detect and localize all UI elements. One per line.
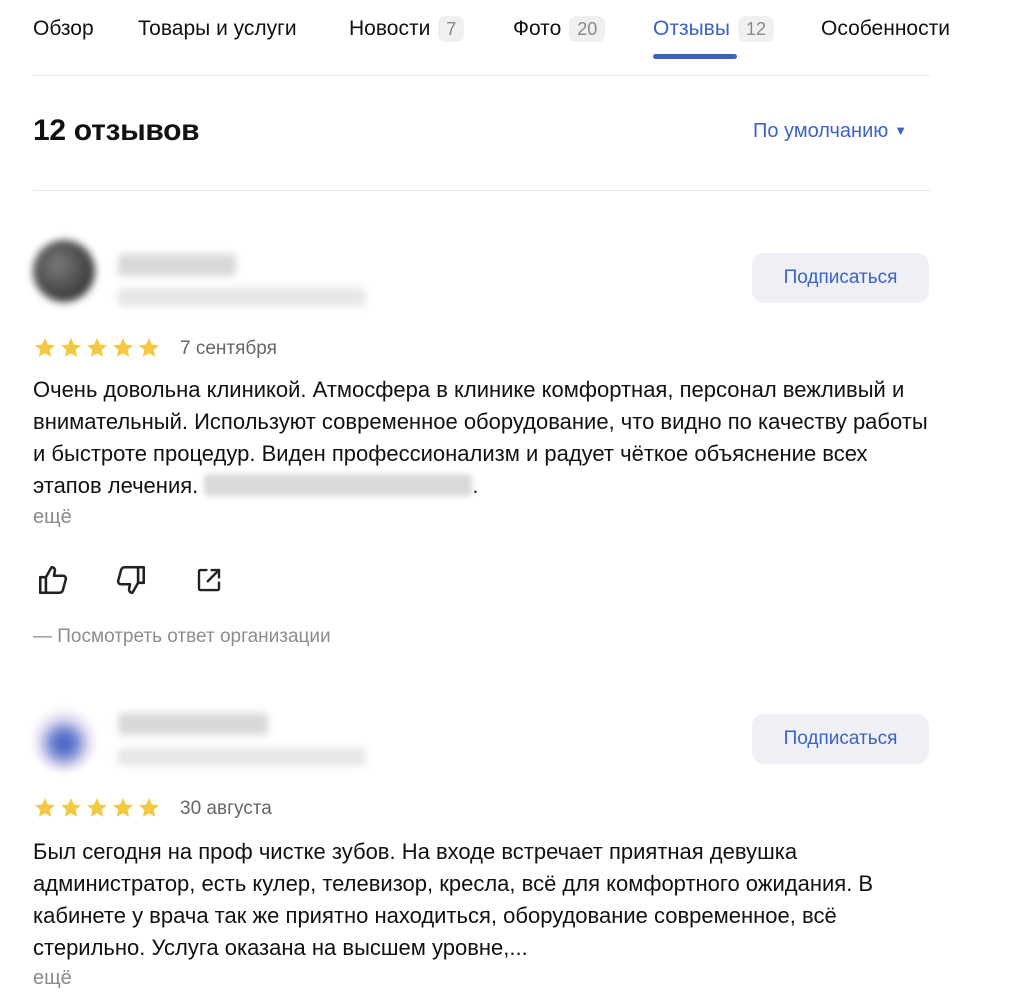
- avatar[interactable]: [33, 709, 95, 771]
- star-icon: [35, 798, 55, 817]
- reviewer-name-redacted[interactable]: [118, 713, 268, 735]
- divider: [33, 190, 930, 191]
- tab-overview[interactable]: Обзор: [33, 14, 94, 44]
- rating-stars: [33, 796, 161, 820]
- tab-count-badge: 12: [737, 16, 774, 42]
- review-actions: [33, 560, 229, 600]
- tab-count-badge: 7: [438, 16, 465, 42]
- review-text: Был сегодня на проф чистке зубов. На вхо…: [33, 839, 874, 960]
- dislike-icon[interactable]: [111, 560, 151, 600]
- star-icon: [113, 798, 133, 817]
- review-date: 7 сентября: [180, 338, 277, 359]
- tab-photos[interactable]: Фото 20: [513, 14, 606, 44]
- tab-count-badge: 20: [569, 16, 606, 42]
- subscribe-button[interactable]: Подписаться: [752, 714, 929, 764]
- redacted-text: [204, 474, 473, 496]
- tab-products-services[interactable]: Товары и услуги: [138, 14, 297, 44]
- sort-label: По умолчанию: [753, 120, 889, 142]
- rating-stars: [33, 336, 161, 360]
- review-body: Очень довольна клиникой. Атмосфера в кли…: [33, 377, 928, 498]
- review-date: 30 августа: [180, 798, 272, 819]
- like-icon[interactable]: [33, 560, 73, 600]
- star-icon: [35, 338, 55, 357]
- tab-label: Новости: [349, 17, 431, 40]
- star-icon: [139, 798, 159, 817]
- star-icon: [61, 338, 81, 357]
- avatar[interactable]: [33, 240, 95, 302]
- reviewer-name-redacted[interactable]: [118, 254, 236, 276]
- star-icon: [113, 338, 133, 357]
- share-icon[interactable]: [189, 560, 229, 600]
- expand-review-link[interactable]: ещё: [33, 967, 72, 990]
- star-icon: [87, 338, 107, 357]
- star-icon: [61, 798, 81, 817]
- active-tab-indicator: [653, 54, 737, 59]
- sort-dropdown[interactable]: По умолчанию ▼: [753, 120, 907, 143]
- expand-review-link[interactable]: ещё: [33, 506, 72, 529]
- tab-bar: Обзор Товары и услуги Новости 7 Фото 20 …: [0, 0, 1024, 76]
- tab-label: Товары и услуги: [138, 17, 297, 40]
- star-icon: [87, 798, 107, 817]
- tab-label: Фото: [513, 17, 562, 40]
- reviewer-level-redacted: [118, 748, 366, 766]
- tab-label: Обзор: [33, 17, 94, 40]
- tab-news[interactable]: Новости 7: [349, 14, 465, 44]
- review-text: Очень довольна клиникой. Атмосфера в кли…: [33, 374, 933, 502]
- tab-label: Особенности: [821, 17, 950, 40]
- caret-down-icon: ▼: [894, 123, 908, 138]
- reviewer-level-redacted: [118, 288, 366, 306]
- tab-label: Отзывы: [653, 17, 730, 40]
- review-text-end: .: [472, 473, 479, 498]
- divider: [33, 75, 930, 76]
- star-icon: [139, 338, 159, 357]
- subscribe-button[interactable]: Подписаться: [752, 253, 929, 303]
- tab-features[interactable]: Особенности: [821, 14, 950, 44]
- tab-reviews[interactable]: Отзывы 12: [653, 14, 774, 44]
- view-organization-response-link[interactable]: — Посмотреть ответ организации: [33, 626, 331, 648]
- reviews-count-title: 12 отзывов: [33, 114, 200, 147]
